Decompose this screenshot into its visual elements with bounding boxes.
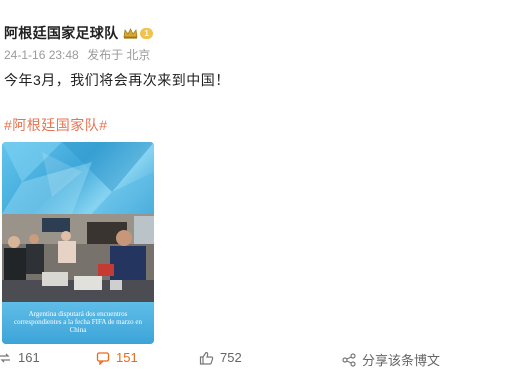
meeting-scene <box>2 214 154 304</box>
post-text: 今年3月，我们将会再次来到中国！ <box>4 72 230 88</box>
author-row: 阿根廷国家足球队 1 <box>4 24 153 42</box>
post-source: 发布于 北京 <box>87 48 151 62</box>
banner-pattern <box>2 142 154 214</box>
badges: 1 <box>123 27 153 39</box>
post-image[interactable]: Argentina disputará dos encuentros corre… <box>2 142 154 344</box>
weibo-post: 阿根廷国家足球队 1 24-1-16 23:48 发布于 北京 今年3月，我们将… <box>0 0 506 368</box>
crown-icon <box>124 27 138 39</box>
like-count: 752 <box>220 350 242 365</box>
repost-icon <box>0 353 10 362</box>
hashtag-link[interactable]: #阿根廷国家队# <box>4 115 108 135</box>
level-badge[interactable]: 1 <box>140 27 153 39</box>
meta-row: 24-1-16 23:48 发布于 北京 <box>4 46 155 63</box>
comment-icon <box>96 351 110 365</box>
share-label: 分享该条博文 <box>362 353 441 368</box>
comment-button[interactable]: 151 <box>96 350 138 365</box>
like-button[interactable]: 752 <box>199 350 242 365</box>
post-timestamp[interactable]: 24-1-16 23:48 <box>4 48 79 62</box>
image-banner <box>2 142 154 214</box>
share-icon <box>342 352 356 367</box>
repost-count: 161 <box>18 350 40 365</box>
meeting-photo <box>2 214 154 304</box>
action-bar: 161 151 752 分享该条博文 <box>0 350 506 368</box>
author-name[interactable]: 阿根廷国家足球队 <box>4 23 118 43</box>
share-button[interactable]: 分享该条博文 <box>342 350 440 369</box>
comment-count: 151 <box>116 350 138 365</box>
like-icon <box>199 351 214 365</box>
repost-button[interactable]: 161 <box>0 350 40 365</box>
image-caption: Argentina disputará dos encuentros corre… <box>14 310 142 334</box>
